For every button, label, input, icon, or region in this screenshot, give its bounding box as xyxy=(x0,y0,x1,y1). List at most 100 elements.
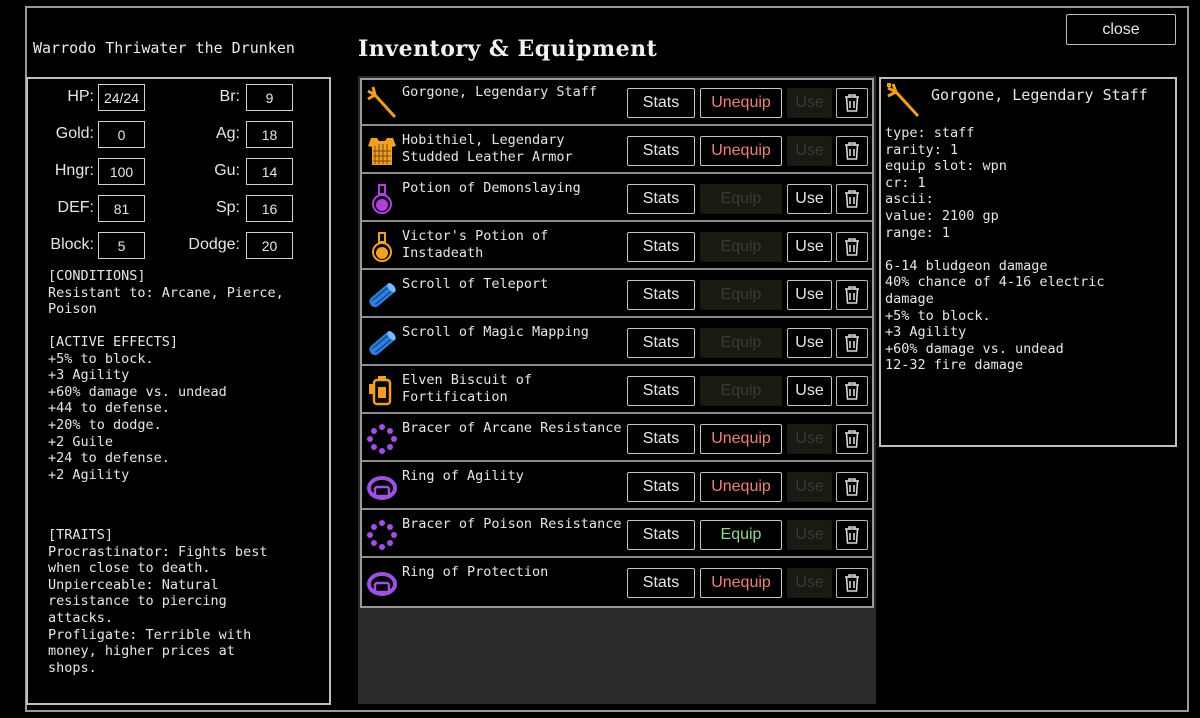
stats-button[interactable]: Stats xyxy=(627,520,695,550)
use-button[interactable]: Use xyxy=(787,280,832,310)
stats-button[interactable]: Stats xyxy=(627,424,695,454)
trash-icon[interactable] xyxy=(836,376,868,406)
ring-icon xyxy=(365,470,399,504)
active-effects-text: [ACTIVE EFFECTS] +5% to block. +3 Agilit… xyxy=(48,334,227,483)
use-button[interactable]: Use xyxy=(787,376,832,406)
unequip-button[interactable]: Unequip xyxy=(700,136,782,166)
use-button: Use xyxy=(787,568,832,598)
equip-button: Equip xyxy=(700,376,782,406)
stat-label-dodge: Dodge: xyxy=(188,236,240,253)
stats-button[interactable]: Stats xyxy=(627,136,695,166)
scroll-icon xyxy=(365,278,399,312)
trash-icon[interactable] xyxy=(836,88,868,118)
unequip-button[interactable]: Unequip xyxy=(700,472,782,502)
armor-icon xyxy=(365,134,399,168)
use-button: Use xyxy=(787,136,832,166)
traits-text: [TRAITS] Procrastinator: Fights best whe… xyxy=(48,527,268,676)
stats-button[interactable]: Stats xyxy=(627,184,695,214)
use-button[interactable]: Use xyxy=(787,328,832,358)
detail-item-stats: type: staff rarity: 1 equip slot: wpn cr… xyxy=(885,125,1105,374)
stats-button[interactable]: Stats xyxy=(627,568,695,598)
stat-value-def: 81 xyxy=(98,195,145,222)
trash-icon[interactable] xyxy=(836,232,868,262)
use-button: Use xyxy=(787,88,832,118)
inventory-row[interactable]: Scroll of Teleport Stats Equip Use xyxy=(362,272,872,318)
bracer-icon xyxy=(365,422,399,456)
inventory-row[interactable]: Hobithiel, Legendary Studded Leather Arm… xyxy=(362,128,872,174)
trash-icon[interactable] xyxy=(836,568,868,598)
bracer-icon xyxy=(365,518,399,552)
trash-icon[interactable] xyxy=(836,424,868,454)
stat-value-gu: 14 xyxy=(246,158,293,185)
trash-icon[interactable] xyxy=(836,472,868,502)
biscuit-icon xyxy=(365,374,399,408)
stat-value-block: 5 xyxy=(98,232,145,259)
equip-button[interactable]: Equip xyxy=(700,520,782,550)
stat-value-hp: 24/24 xyxy=(98,84,145,111)
use-button[interactable]: Use xyxy=(787,184,832,214)
stat-value-dodge: 20 xyxy=(246,232,293,259)
stat-label-sp: Sp: xyxy=(215,199,240,216)
conditions-text: [CONDITIONS] Resistant to: Arcane, Pierc… xyxy=(48,268,284,318)
equip-button: Equip xyxy=(700,232,782,262)
inventory-row[interactable]: Ring of Agility Stats Unequip Use xyxy=(362,464,872,510)
inventory-row[interactable]: Elven Biscuit of Fortification Stats Equip… xyxy=(362,368,872,414)
item-name: Victor's Potion of Instadeath xyxy=(402,228,549,261)
item-name: Potion of Demonslaying xyxy=(402,180,581,196)
equip-button: Equip xyxy=(700,184,782,214)
stat-label-br: Br: xyxy=(219,88,240,105)
stats-button[interactable]: Stats xyxy=(627,328,695,358)
stat-label-gold: Gold: xyxy=(55,125,94,142)
stat-label-ag: Ag: xyxy=(215,125,240,142)
stat-value-ag: 18 xyxy=(246,121,293,148)
stats-button[interactable]: Stats xyxy=(627,232,695,262)
equip-button: Equip xyxy=(700,280,782,310)
stats-button[interactable]: Stats xyxy=(627,280,695,310)
staff-icon xyxy=(884,82,924,120)
inventory-row[interactable]: Gorgone, Legendary Staff Stats Unequip Use xyxy=(362,80,872,126)
stat-value-br: 9 xyxy=(246,84,293,111)
use-button[interactable]: Use xyxy=(787,232,832,262)
inventory-list: Gorgone, Legendary Staff Stats Unequip Use H… xyxy=(360,78,874,608)
stats-button[interactable]: Stats xyxy=(627,88,695,118)
inventory-row[interactable]: Potion of Demonslaying Stats Equip Use xyxy=(362,176,872,222)
scroll-icon xyxy=(365,326,399,360)
stat-value-hngr: 100 xyxy=(98,158,145,185)
inventory-row[interactable]: Bracer of Poison Resistance Stats Equip Use xyxy=(362,512,872,558)
inventory-row[interactable]: Bracer of Arcane Resistance Stats Unequip U… xyxy=(362,416,872,462)
page-title: Inventory & Equipment xyxy=(358,36,658,62)
character-name: Warrodo Thriwater the Drunken xyxy=(33,39,295,57)
inventory-row[interactable]: Ring of Protection Stats Unequip Use xyxy=(362,560,872,606)
stat-label-hngr: Hngr: xyxy=(54,162,94,179)
unequip-button[interactable]: Unequip xyxy=(700,88,782,118)
item-name: Bracer of Arcane Resistance xyxy=(402,420,622,436)
staff-icon xyxy=(365,86,399,120)
unequip-button[interactable]: Unequip xyxy=(700,424,782,454)
trash-icon[interactable] xyxy=(836,280,868,310)
stat-label-hp: HP: xyxy=(67,88,94,105)
trash-icon[interactable] xyxy=(836,136,868,166)
stat-label-gu: Gu: xyxy=(214,162,240,179)
detail-item-name: Gorgone, Legendary Staff xyxy=(931,86,1148,104)
stats-button[interactable]: Stats xyxy=(627,376,695,406)
potion-orange-icon xyxy=(365,230,399,264)
unequip-button[interactable]: Unequip xyxy=(700,568,782,598)
use-button: Use xyxy=(787,424,832,454)
item-name: Ring of Protection xyxy=(402,564,549,580)
stats-button[interactable]: Stats xyxy=(627,472,695,502)
equip-button: Equip xyxy=(700,328,782,358)
potion-purple-icon xyxy=(365,182,399,216)
inventory-row[interactable]: Victor's Potion of Instadeath Stats Equip U… xyxy=(362,224,872,270)
trash-icon[interactable] xyxy=(836,520,868,550)
close-button[interactable]: close xyxy=(1066,14,1176,45)
inventory-row[interactable]: Scroll of Magic Mapping Stats Equip Use xyxy=(362,320,872,366)
stat-value-sp: 16 xyxy=(246,195,293,222)
item-name: Elven Biscuit of Fortification xyxy=(402,372,533,405)
item-name: Hobithiel, Legendary Studded Leather Arm… xyxy=(402,132,573,165)
trash-icon[interactable] xyxy=(836,184,868,214)
item-name: Scroll of Magic Mapping xyxy=(402,324,589,340)
item-name: Scroll of Teleport xyxy=(402,276,549,292)
ring-icon xyxy=(365,566,399,600)
trash-icon[interactable] xyxy=(836,328,868,358)
use-button: Use xyxy=(787,520,832,550)
